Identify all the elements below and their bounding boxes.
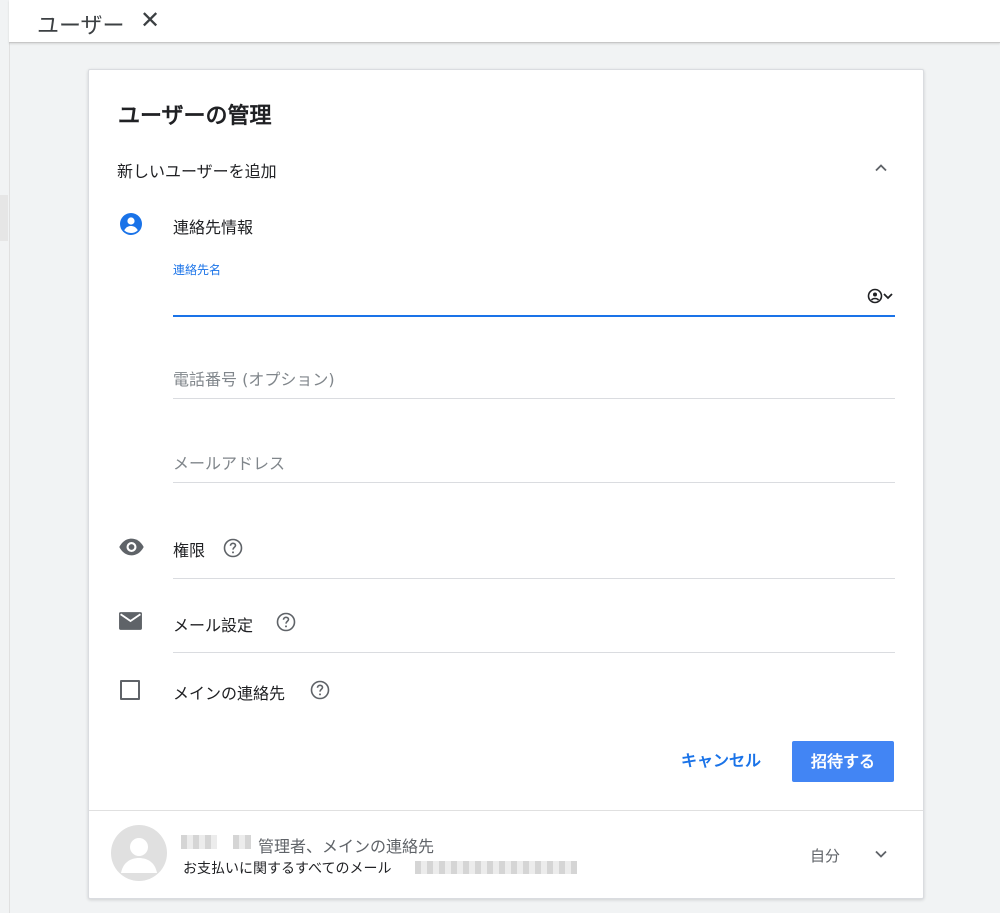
email-placeholder: メールアドレス — [173, 454, 286, 473]
primary-contact-row[interactable]: メインの連絡先 — [173, 676, 895, 706]
chevron-down-icon[interactable] — [871, 844, 891, 864]
email-field[interactable]: メールアドレス — [173, 444, 895, 483]
redacted-user-name — [181, 835, 217, 849]
cancel-button[interactable]: キャンセル — [673, 742, 769, 780]
account-circle-icon — [120, 213, 142, 235]
person-icon — [121, 838, 157, 873]
help-circle-icon[interactable] — [276, 612, 296, 632]
contact-name-label: 連絡先名 — [173, 263, 222, 277]
permissions-label: 権限 — [173, 541, 206, 560]
divider — [89, 810, 923, 811]
avatar — [111, 825, 167, 881]
redacted-user-email — [415, 861, 577, 874]
primary-contact-label: メインの連絡先 — [173, 684, 286, 703]
help-circle-icon[interactable] — [223, 538, 243, 558]
dialog-title: ユーザー — [37, 14, 125, 39]
permissions-row[interactable]: 権限 — [173, 532, 895, 579]
card-title: ユーザーの管理 — [118, 104, 272, 129]
contact-name-field[interactable]: 連絡先名 — [173, 259, 895, 317]
user-roles: 管理者、メインの連絡先 — [258, 837, 435, 856]
email-settings-label: メール設定 — [173, 616, 254, 635]
add-user-section-title: 新しいユーザーを追加 — [117, 162, 277, 181]
primary-contact-checkbox[interactable] — [120, 680, 140, 700]
redacted-user-name — [233, 835, 251, 849]
user-email-settings: お支払いに関するすべてのメール — [183, 861, 392, 877]
contact-info-heading: 連絡先情報 — [173, 218, 254, 237]
left-edge-tab[interactable] — [0, 195, 8, 241]
manage-users-card: ユーザーの管理 新しいユーザーを追加 連絡先情報 連絡先名 電話番号 (オプショ… — [88, 69, 924, 899]
dialog-header: ユーザー ✕ — [9, 0, 1000, 43]
close-icon[interactable]: ✕ — [140, 8, 160, 32]
chevron-up-icon[interactable] — [871, 158, 891, 178]
self-badge: 自分 — [810, 847, 841, 865]
left-gutter — [0, 0, 10, 913]
email-settings-row[interactable]: メール設定 — [173, 606, 895, 653]
phone-field[interactable]: 電話番号 (オプション) — [173, 360, 895, 399]
help-circle-icon[interactable] — [310, 680, 330, 700]
envelope-icon — [119, 612, 142, 630]
phone-placeholder: 電話番号 (オプション) — [173, 370, 335, 389]
invite-button[interactable]: 招待する — [792, 741, 894, 782]
contact-picker-icon[interactable] — [867, 288, 895, 304]
eye-icon — [119, 538, 144, 556]
